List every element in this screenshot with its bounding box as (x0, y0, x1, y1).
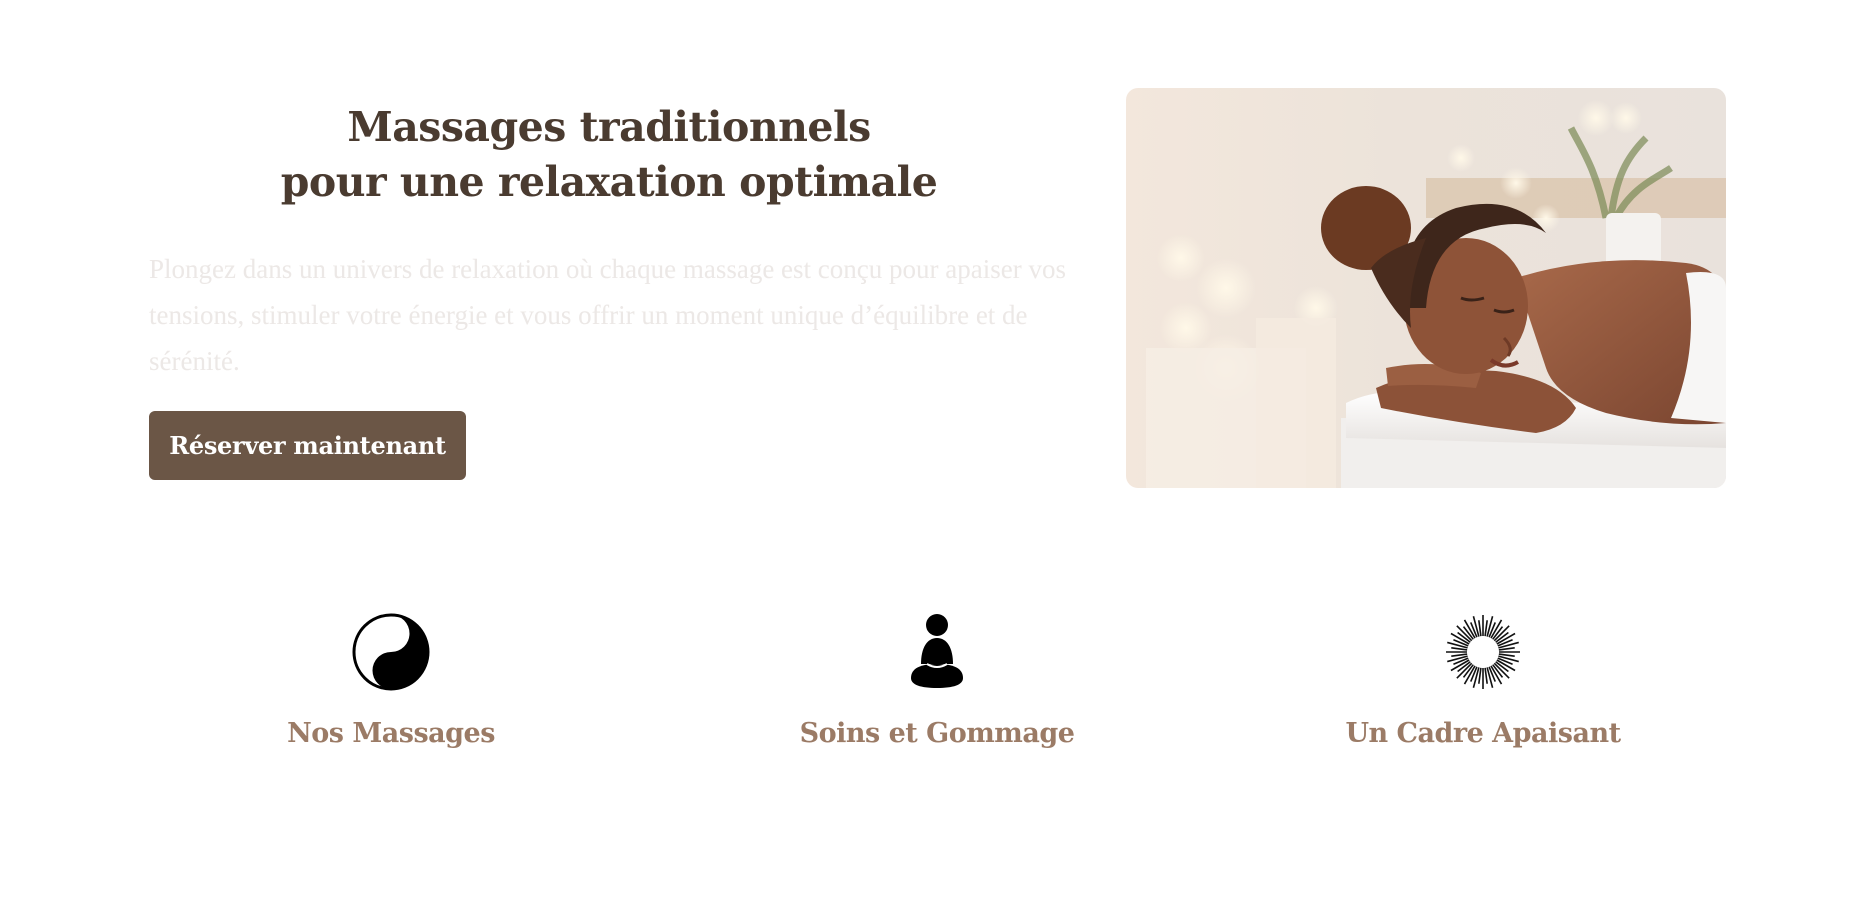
hero-photo (1126, 88, 1726, 488)
hero-description: Plongez dans un univers de relaxation où… (149, 254, 1066, 376)
meditation-icon (911, 614, 963, 688)
yin-yang-icon (352, 613, 430, 691)
hero-title: Massages traditionnels pour une relaxati… (149, 100, 1069, 210)
feature-soins[interactable]: Soins et Gommage (737, 612, 1137, 749)
feature-cadre[interactable]: Un Cadre Apaisant (1283, 612, 1683, 749)
feature-label-cadre: Un Cadre Apaisant (1345, 718, 1621, 749)
hero-image-massage (1126, 88, 1726, 488)
features-row: Nos Massages Soins et Gommage Un Cadre A… (0, 612, 1875, 762)
hero-text: Massages traditionnels pour une relaxati… (149, 100, 1069, 384)
sunburst-icon (1446, 615, 1520, 689)
feature-label-soins: Soins et Gommage (799, 718, 1075, 749)
hero-title-line-2: pour une relaxation optimale (280, 158, 938, 206)
book-now-button[interactable]: Réserver maintenant (149, 411, 466, 480)
feature-massages[interactable]: Nos Massages (191, 612, 591, 749)
hero-title-line-1: Massages traditionnels (347, 103, 871, 151)
page: Massages traditionnels pour une relaxati… (0, 0, 1875, 897)
feature-label-massages: Nos Massages (287, 718, 495, 749)
